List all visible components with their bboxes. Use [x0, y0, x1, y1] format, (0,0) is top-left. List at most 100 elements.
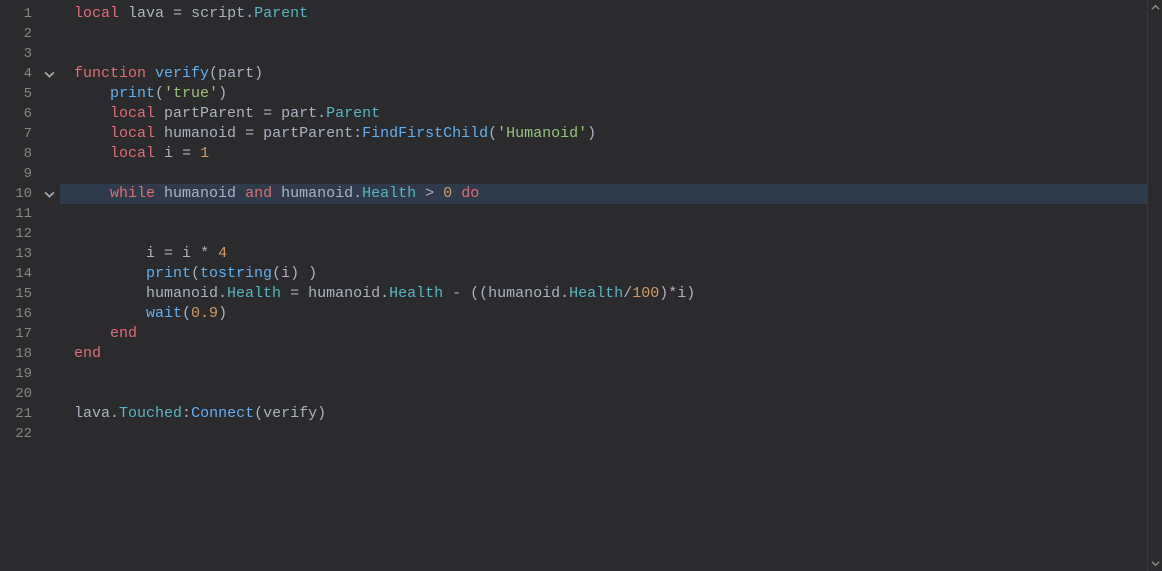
token-id: humanoid: [164, 125, 236, 142]
token-call: wait: [146, 305, 182, 322]
token-k: while: [110, 185, 155, 202]
token-op: (: [209, 65, 218, 82]
code-line[interactable]: function verify(part): [60, 64, 1147, 84]
token-op: (: [272, 265, 281, 282]
code-line[interactable]: wait(0.9): [60, 304, 1147, 324]
line-number: 19: [0, 364, 38, 384]
token-op: :: [353, 125, 362, 142]
token-op: /: [623, 285, 632, 302]
token-num: 4: [218, 245, 227, 262]
token-id: lava: [74, 405, 110, 422]
fold-toggle[interactable]: [38, 64, 60, 84]
token-op: (: [182, 305, 191, 322]
code-line[interactable]: [60, 164, 1147, 184]
token-k: end: [110, 325, 137, 342]
token-op: ): [587, 125, 596, 142]
code-line[interactable]: [60, 24, 1147, 44]
code-area[interactable]: local lava = script.Parent function verif…: [60, 0, 1147, 571]
token-mem: Touched: [119, 405, 182, 422]
code-line[interactable]: [60, 364, 1147, 384]
fold-toggle: [38, 224, 60, 244]
fold-toggle: [38, 244, 60, 264]
token-call: print: [110, 85, 155, 102]
line-number: 15: [0, 284, 38, 304]
token-call: Connect: [191, 405, 254, 422]
code-line[interactable]: humanoid.Health = humanoid.Health - ((hu…: [60, 284, 1147, 304]
code-line[interactable]: [60, 44, 1147, 64]
token-op: ): [686, 285, 695, 302]
token-op: (: [254, 405, 263, 422]
token-id: humanoid: [308, 285, 380, 302]
line-number: 17: [0, 324, 38, 344]
token-op: ): [254, 65, 263, 82]
token-op: [74, 125, 110, 142]
code-line[interactable]: print(tostring(i) ): [60, 264, 1147, 284]
line-number: 10: [0, 184, 38, 204]
token-op: =: [281, 285, 308, 302]
line-number: 1: [0, 4, 38, 24]
chevron-down-icon: [1151, 559, 1160, 568]
chevron-down-icon: [43, 68, 56, 81]
token-op: ): [218, 85, 227, 102]
token-op: [119, 5, 128, 22]
fold-column[interactable]: [38, 0, 60, 571]
token-call: print: [146, 265, 191, 282]
code-editor[interactable]: 12345678910111213141516171819202122 loca…: [0, 0, 1162, 571]
fold-toggle[interactable]: [38, 184, 60, 204]
token-fnname: verify: [155, 65, 209, 82]
code-line[interactable]: [60, 384, 1147, 404]
token-op: [155, 185, 164, 202]
token-str: 'true': [164, 85, 218, 102]
code-line[interactable]: while humanoid and humanoid.Health > 0 d…: [60, 184, 1147, 204]
token-op: ): [317, 405, 326, 422]
token-k: and: [245, 185, 272, 202]
code-line[interactable]: end: [60, 344, 1147, 364]
token-id: partParent: [263, 125, 353, 142]
token-op: [236, 185, 245, 202]
token-op: [74, 105, 110, 122]
token-id: part: [281, 105, 317, 122]
scroll-down-button[interactable]: [1148, 556, 1162, 571]
fold-toggle: [38, 104, 60, 124]
code-line[interactable]: lava.Touched:Connect(verify): [60, 404, 1147, 424]
token-id: i: [146, 245, 155, 262]
fold-toggle: [38, 24, 60, 44]
token-mem: Parent: [326, 105, 380, 122]
token-op: [74, 285, 146, 302]
token-op: [272, 185, 281, 202]
token-op: .: [218, 285, 227, 302]
code-line[interactable]: local humanoid = partParent:FindFirstChi…: [60, 124, 1147, 144]
token-id: part: [218, 65, 254, 82]
line-number: 8: [0, 144, 38, 164]
line-number: 22: [0, 424, 38, 444]
token-op: [452, 185, 461, 202]
line-number: 4: [0, 64, 38, 84]
code-line[interactable]: i = i * 4: [60, 244, 1147, 264]
token-id: i: [677, 285, 686, 302]
code-line[interactable]: [60, 204, 1147, 224]
scroll-up-button[interactable]: [1148, 0, 1162, 15]
fold-toggle: [38, 124, 60, 144]
token-op: ): [218, 305, 227, 322]
fold-toggle: [38, 204, 60, 224]
token-op: .: [380, 285, 389, 302]
token-mem: Health: [389, 285, 443, 302]
token-str: 'Humanoid': [497, 125, 587, 142]
token-op: .: [560, 285, 569, 302]
line-number: 9: [0, 164, 38, 184]
code-line[interactable]: [60, 224, 1147, 244]
vertical-scrollbar[interactable]: [1147, 0, 1162, 571]
code-line[interactable]: local i = 1: [60, 144, 1147, 164]
fold-toggle: [38, 284, 60, 304]
token-num: 100: [632, 285, 659, 302]
code-line[interactable]: [60, 424, 1147, 444]
code-line[interactable]: end: [60, 324, 1147, 344]
fold-toggle: [38, 144, 60, 164]
code-line[interactable]: print('true'): [60, 84, 1147, 104]
line-number: 6: [0, 104, 38, 124]
code-line[interactable]: local partParent = part.Parent: [60, 104, 1147, 124]
code-line[interactable]: local lava = script.Parent: [60, 4, 1147, 24]
token-op: [74, 185, 110, 202]
token-op: [74, 305, 146, 322]
token-op: [74, 145, 110, 162]
